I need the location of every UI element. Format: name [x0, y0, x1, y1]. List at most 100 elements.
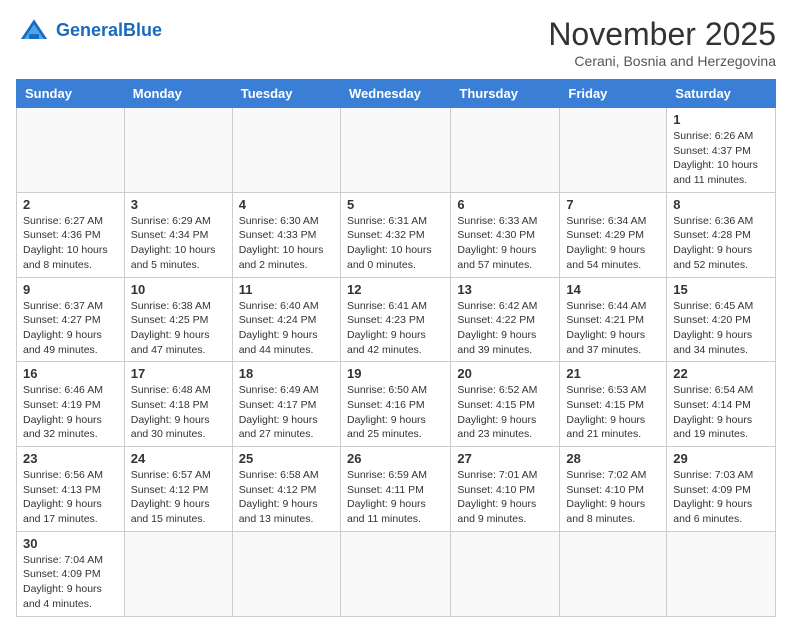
day-info: Sunrise: 7:03 AM Sunset: 4:09 PM Dayligh… — [673, 468, 769, 527]
day-number: 14 — [566, 282, 660, 297]
calendar-cell-w1d4: 6Sunrise: 6:33 AM Sunset: 4:30 PM Daylig… — [451, 192, 560, 277]
calendar-cell-w5d6 — [667, 531, 776, 616]
day-number: 3 — [131, 197, 226, 212]
calendar-week-2: 9 Sunrise: 6:37 AM Sunset: 4:27 PM Daylig… — [17, 277, 776, 362]
day-info: Sunrise: 6:42 AM Sunset: 4:22 PM Dayligh… — [457, 299, 553, 358]
logo-text: GeneralBlue — [56, 20, 162, 41]
day-info: Sunrise: 6:58 AM Sunset: 4:12 PM Dayligh… — [239, 468, 334, 527]
day-number: 20 — [457, 366, 553, 381]
calendar-cell-w1d3: 5Sunrise: 6:31 AM Sunset: 4:32 PM Daylig… — [340, 192, 450, 277]
calendar-cell-w2d0: 9 Sunrise: 6:37 AM Sunset: 4:27 PM Daylig… — [17, 277, 125, 362]
day-info: Sunrise: 6:59 AM Sunset: 4:11 PM Dayligh… — [347, 468, 444, 527]
calendar-cell-w1d0: 2 Sunrise: 6:27 AM Sunset: 4:36 PM Daylig… — [17, 192, 125, 277]
day-info: Sunrise: 6:26 AM Sunset: 4:37 PM Dayligh… — [673, 129, 769, 188]
day-number: 12 — [347, 282, 444, 297]
calendar-week-1: 2 Sunrise: 6:27 AM Sunset: 4:36 PM Daylig… — [17, 192, 776, 277]
calendar-cell-w2d6: 15Sunrise: 6:45 AM Sunset: 4:20 PM Dayli… — [667, 277, 776, 362]
day-number: 13 — [457, 282, 553, 297]
calendar-cell-w3d0: 16Sunrise: 6:46 AM Sunset: 4:19 PM Dayli… — [17, 362, 125, 447]
day-info: Sunrise: 6:36 AM Sunset: 4:28 PM Dayligh… — [673, 214, 769, 273]
day-number: 30 — [23, 536, 118, 551]
day-info: Sunrise: 7:04 AM Sunset: 4:09 PM Dayligh… — [23, 553, 118, 612]
calendar-week-3: 16Sunrise: 6:46 AM Sunset: 4:19 PM Dayli… — [17, 362, 776, 447]
day-number: 29 — [673, 451, 769, 466]
calendar-header: SundayMondayTuesdayWednesdayThursdayFrid… — [17, 80, 776, 108]
calendar-cell-w3d4: 20 Sunrise: 6:52 AM Sunset: 4:15 PM Dayli… — [451, 362, 560, 447]
calendar-cell-w4d2: 25 Sunrise: 6:58 AM Sunset: 4:12 PM Dayli… — [232, 447, 340, 532]
calendar-cell-w5d1 — [124, 531, 232, 616]
weekday-header-saturday: Saturday — [667, 80, 776, 108]
day-info: Sunrise: 6:37 AM Sunset: 4:27 PM Dayligh… — [23, 299, 118, 358]
weekday-header-tuesday: Tuesday — [232, 80, 340, 108]
calendar-week-0: 1Sunrise: 6:26 AM Sunset: 4:37 PM Daylig… — [17, 108, 776, 193]
day-number: 15 — [673, 282, 769, 297]
calendar-cell-w1d2: 4Sunrise: 6:30 AM Sunset: 4:33 PM Daylig… — [232, 192, 340, 277]
day-number: 7 — [566, 197, 660, 212]
calendar-cell-w5d4 — [451, 531, 560, 616]
calendar-body: 1Sunrise: 6:26 AM Sunset: 4:37 PM Daylig… — [17, 108, 776, 617]
calendar-cell-w4d4: 27Sunrise: 7:01 AM Sunset: 4:10 PM Dayli… — [451, 447, 560, 532]
day-number: 19 — [347, 366, 444, 381]
day-info: Sunrise: 6:49 AM Sunset: 4:17 PM Dayligh… — [239, 383, 334, 442]
day-number: 4 — [239, 197, 334, 212]
title-area: November 2025 Cerani, Bosnia and Herzego… — [548, 16, 776, 69]
day-number: 23 — [23, 451, 118, 466]
day-info: Sunrise: 6:27 AM Sunset: 4:36 PM Dayligh… — [23, 214, 118, 273]
day-info: Sunrise: 6:44 AM Sunset: 4:21 PM Dayligh… — [566, 299, 660, 358]
calendar-cell-w1d6: 8 Sunrise: 6:36 AM Sunset: 4:28 PM Daylig… — [667, 192, 776, 277]
day-number: 8 — [673, 197, 769, 212]
day-number: 21 — [566, 366, 660, 381]
calendar-cell-w0d0 — [17, 108, 125, 193]
calendar-week-5: 30 Sunrise: 7:04 AM Sunset: 4:09 PM Dayli… — [17, 531, 776, 616]
day-info: Sunrise: 6:56 AM Sunset: 4:13 PM Dayligh… — [23, 468, 118, 527]
day-number: 2 — [23, 197, 118, 212]
calendar-cell-w5d3 — [340, 531, 450, 616]
day-number: 17 — [131, 366, 226, 381]
weekday-header-thursday: Thursday — [451, 80, 560, 108]
calendar-cell-w3d2: 18Sunrise: 6:49 AM Sunset: 4:17 PM Dayli… — [232, 362, 340, 447]
calendar-cell-w5d0: 30 Sunrise: 7:04 AM Sunset: 4:09 PM Dayli… — [17, 531, 125, 616]
day-info: Sunrise: 6:33 AM Sunset: 4:30 PM Dayligh… — [457, 214, 553, 273]
logo: GeneralBlue — [16, 16, 162, 44]
day-info: Sunrise: 6:29 AM Sunset: 4:34 PM Dayligh… — [131, 214, 226, 273]
weekday-header-wednesday: Wednesday — [340, 80, 450, 108]
day-number: 25 — [239, 451, 334, 466]
day-info: Sunrise: 6:34 AM Sunset: 4:29 PM Dayligh… — [566, 214, 660, 273]
weekday-header-monday: Monday — [124, 80, 232, 108]
day-number: 5 — [347, 197, 444, 212]
calendar-cell-w0d5 — [560, 108, 667, 193]
weekday-header-row: SundayMondayTuesdayWednesdayThursdayFrid… — [17, 80, 776, 108]
calendar-cell-w0d6: 1Sunrise: 6:26 AM Sunset: 4:37 PM Daylig… — [667, 108, 776, 193]
calendar-cell-w0d3 — [340, 108, 450, 193]
calendar-week-4: 23 Sunrise: 6:56 AM Sunset: 4:13 PM Dayli… — [17, 447, 776, 532]
day-number: 26 — [347, 451, 444, 466]
calendar-cell-w2d4: 13 Sunrise: 6:42 AM Sunset: 4:22 PM Dayli… — [451, 277, 560, 362]
calendar-cell-w5d2 — [232, 531, 340, 616]
calendar-cell-w2d3: 12Sunrise: 6:41 AM Sunset: 4:23 PM Dayli… — [340, 277, 450, 362]
calendar-cell-w0d1 — [124, 108, 232, 193]
day-info: Sunrise: 6:48 AM Sunset: 4:18 PM Dayligh… — [131, 383, 226, 442]
calendar-cell-w4d0: 23 Sunrise: 6:56 AM Sunset: 4:13 PM Dayli… — [17, 447, 125, 532]
calendar-cell-w1d5: 7 Sunrise: 6:34 AM Sunset: 4:29 PM Daylig… — [560, 192, 667, 277]
calendar-cell-w4d1: 24Sunrise: 6:57 AM Sunset: 4:12 PM Dayli… — [124, 447, 232, 532]
calendar-cell-w4d3: 26 Sunrise: 6:59 AM Sunset: 4:11 PM Dayli… — [340, 447, 450, 532]
calendar-cell-w1d1: 3 Sunrise: 6:29 AM Sunset: 4:34 PM Daylig… — [124, 192, 232, 277]
day-info: Sunrise: 6:38 AM Sunset: 4:25 PM Dayligh… — [131, 299, 226, 358]
calendar-cell-w3d1: 17 Sunrise: 6:48 AM Sunset: 4:18 PM Dayli… — [124, 362, 232, 447]
day-number: 28 — [566, 451, 660, 466]
day-number: 9 — [23, 282, 118, 297]
calendar-cell-w3d6: 22Sunrise: 6:54 AM Sunset: 4:14 PM Dayli… — [667, 362, 776, 447]
month-title: November 2025 — [548, 16, 776, 53]
page-header: GeneralBlue November 2025 Cerani, Bosnia… — [16, 16, 776, 69]
day-number: 24 — [131, 451, 226, 466]
day-info: Sunrise: 6:52 AM Sunset: 4:15 PM Dayligh… — [457, 383, 553, 442]
calendar-cell-w2d5: 14 Sunrise: 6:44 AM Sunset: 4:21 PM Dayli… — [560, 277, 667, 362]
calendar-cell-w0d4 — [451, 108, 560, 193]
day-number: 27 — [457, 451, 553, 466]
calendar-cell-w4d5: 28Sunrise: 7:02 AM Sunset: 4:10 PM Dayli… — [560, 447, 667, 532]
day-info: Sunrise: 6:40 AM Sunset: 4:24 PM Dayligh… — [239, 299, 334, 358]
day-number: 22 — [673, 366, 769, 381]
calendar-cell-w2d2: 11Sunrise: 6:40 AM Sunset: 4:24 PM Dayli… — [232, 277, 340, 362]
calendar-cell-w2d1: 10 Sunrise: 6:38 AM Sunset: 4:25 PM Dayli… — [124, 277, 232, 362]
day-number: 10 — [131, 282, 226, 297]
